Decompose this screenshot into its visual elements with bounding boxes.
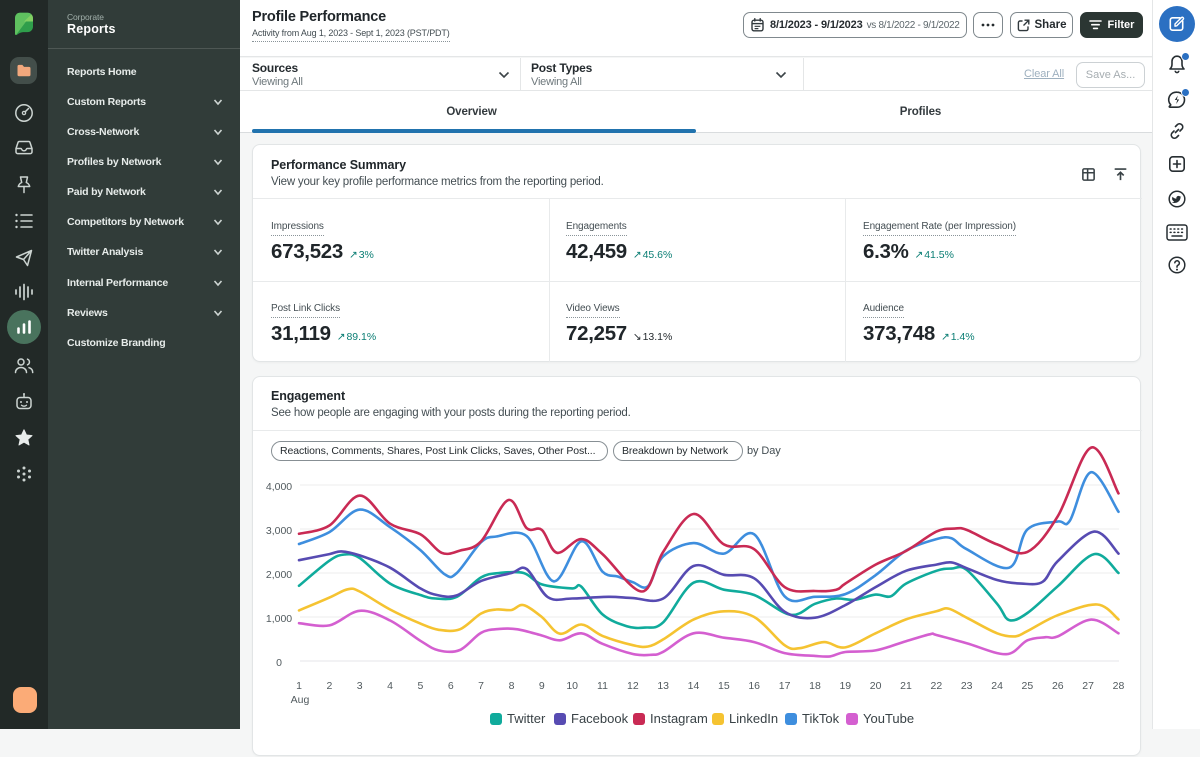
svg-text:2: 2 (326, 680, 332, 692)
svg-text:7: 7 (478, 680, 484, 692)
svg-text:27: 27 (1082, 680, 1094, 692)
svg-text:3,000: 3,000 (266, 525, 292, 537)
svg-text:Aug: Aug (291, 694, 310, 706)
svg-text:8: 8 (509, 680, 515, 692)
svg-text:11: 11 (597, 680, 608, 692)
svg-text:15: 15 (718, 680, 730, 692)
svg-text:2,000: 2,000 (266, 569, 292, 581)
svg-text:1: 1 (296, 680, 302, 692)
svg-text:1,000: 1,000 (266, 613, 292, 625)
svg-text:5: 5 (417, 680, 423, 692)
svg-text:20: 20 (870, 680, 882, 692)
svg-text:4,000: 4,000 (266, 481, 292, 493)
svg-text:6: 6 (448, 680, 454, 692)
svg-text:Facebook: Facebook (571, 711, 629, 726)
svg-text:13: 13 (657, 680, 669, 692)
svg-text:9: 9 (539, 680, 545, 692)
svg-text:10: 10 (566, 680, 578, 692)
svg-text:TikTok: TikTok (802, 711, 840, 726)
svg-text:3: 3 (357, 680, 363, 692)
svg-text:4: 4 (387, 680, 393, 692)
svg-text:YouTube: YouTube (863, 711, 914, 726)
svg-text:28: 28 (1113, 680, 1125, 692)
svg-text:12: 12 (627, 680, 639, 692)
svg-text:19: 19 (839, 680, 851, 692)
svg-text:23: 23 (961, 680, 973, 692)
svg-text:22: 22 (931, 680, 943, 692)
svg-text:Instagram: Instagram (650, 711, 708, 726)
svg-text:0: 0 (276, 657, 282, 669)
svg-text:25: 25 (1022, 680, 1034, 692)
svg-text:21: 21 (900, 680, 912, 692)
svg-text:16: 16 (748, 680, 760, 692)
svg-text:14: 14 (688, 680, 700, 692)
svg-text:Twitter: Twitter (507, 711, 546, 726)
svg-text:26: 26 (1052, 680, 1064, 692)
svg-text:24: 24 (991, 680, 1003, 692)
svg-text:17: 17 (779, 680, 791, 692)
svg-text:LinkedIn: LinkedIn (729, 711, 778, 726)
svg-text:18: 18 (809, 680, 821, 692)
